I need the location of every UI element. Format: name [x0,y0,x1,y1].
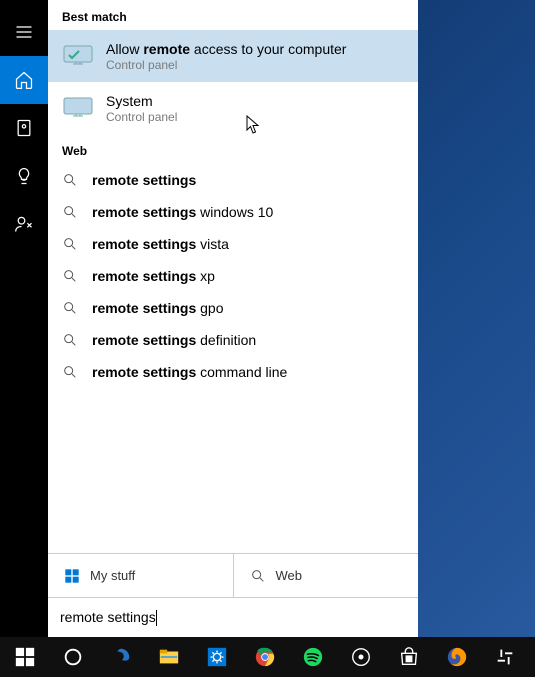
taskbar [0,637,535,677]
notebook-icon[interactable] [0,104,48,152]
web-suggestion[interactable]: remote settings vista [48,228,418,260]
result-allow-remote[interactable]: Allow remote access to your computer Con… [48,30,418,82]
hamburger-icon[interactable] [0,8,48,56]
result-subtitle: Control panel [106,58,404,72]
spotify-button[interactable] [290,637,336,677]
feedback-icon[interactable] [0,200,48,248]
scope-bar: My stuff Web [48,553,418,597]
settings-button[interactable] [194,637,240,677]
web-suggestion[interactable]: remote settings gpo [48,292,418,324]
scope-mystuff[interactable]: My stuff [48,554,234,597]
web-suggestion[interactable]: remote settings xp [48,260,418,292]
monitor-icon [62,96,94,120]
search-input: remote settings [60,609,406,626]
result-subtitle: Control panel [106,110,404,124]
result-title: System [106,92,404,110]
slack-button[interactable] [482,637,528,677]
section-web: Web [48,134,418,164]
scope-web[interactable]: Web [234,554,419,597]
web-suggestion[interactable]: remote settings windows 10 [48,196,418,228]
scope-mystuff-label: My stuff [90,568,135,583]
edge-button[interactable] [98,637,144,677]
home-icon[interactable] [0,56,48,104]
search-panel: Best match Allow remote access to your c… [48,0,418,637]
lightbulb-icon[interactable] [0,152,48,200]
web-suggestion[interactable]: remote settings [48,164,418,196]
start-button[interactable] [2,637,48,677]
monitor-icon [62,44,94,68]
web-suggestion[interactable]: remote settings definition [48,324,418,356]
scope-web-label: Web [276,568,303,583]
search-box[interactable]: remote settings [48,597,418,637]
section-best-match: Best match [48,0,418,30]
firefox-button[interactable] [434,637,480,677]
result-title: Allow remote access to your computer [106,40,404,58]
cortana-sidebar [0,0,48,637]
result-system[interactable]: System Control panel [48,82,418,134]
media-button[interactable] [338,637,384,677]
web-suggestion[interactable]: remote settings command line [48,356,418,388]
chrome-button[interactable] [242,637,288,677]
file-explorer-button[interactable] [146,637,192,677]
store-button[interactable] [386,637,432,677]
cortana-button[interactable] [50,637,96,677]
